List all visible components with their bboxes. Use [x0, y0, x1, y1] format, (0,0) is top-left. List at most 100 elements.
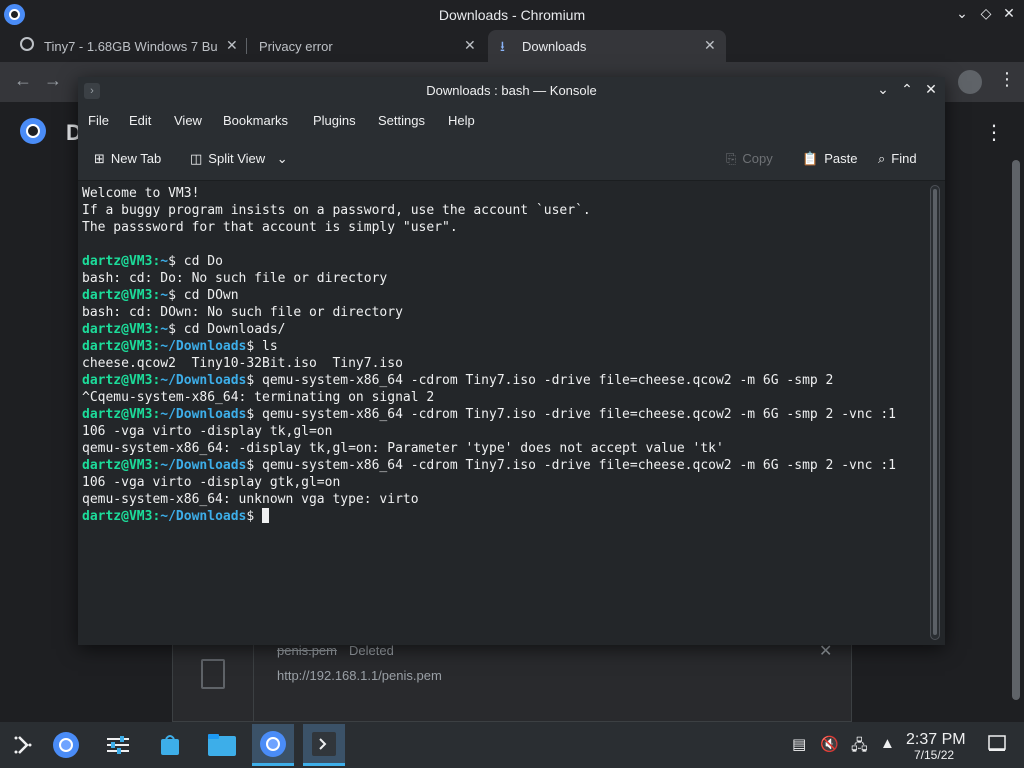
prompt-path: ~ [160, 288, 169, 303]
menu-view[interactable]: View [174, 113, 202, 128]
profile-avatar-icon[interactable] [958, 70, 982, 94]
prompt-symbol: $ [168, 322, 176, 337]
konsole-menubar: File Edit View Bookmarks Plugins Setting… [78, 105, 945, 137]
new-tab-icon: ⊞ [94, 151, 105, 166]
download-url[interactable]: http://192.168.1.1/penis.pem [277, 668, 442, 683]
taskbar: ▤ 🔇 🖧 ▲ 2:37 PM 7/15/22 [0, 722, 1024, 768]
terminal-prompt-line: dartz@VM3:~/Downloads$ ls [82, 338, 926, 355]
minimize-icon[interactable]: ⌄ [953, 5, 971, 22]
tab-close-icon[interactable]: ✕ [464, 37, 476, 54]
terminal-output-line: cheese.qcow2 Tiny10-32Bit.iso Tiny7.iso [82, 356, 403, 371]
forward-arrow-icon[interactable]: → [44, 70, 62, 91]
file-manager-icon[interactable] [201, 724, 243, 766]
copy-label: Copy [742, 151, 773, 166]
browser-menu-icon[interactable]: ⋮ [998, 69, 1016, 90]
command-text: cd Downloads/ [175, 322, 286, 337]
divider [253, 643, 254, 723]
application-launcher-icon[interactable] [2, 724, 44, 766]
prompt-symbol: $ [168, 288, 176, 303]
clock-date[interactable]: 7/15/22 [914, 748, 954, 762]
tab-close-icon[interactable]: ✕ [704, 37, 716, 54]
expand-tray-icon[interactable]: ▲ [880, 735, 895, 752]
konsole-titlebar: › Downloads : bash — Konsole ⌄ ⌃ ✕ [78, 77, 945, 105]
close-icon[interactable]: ✕ [1000, 5, 1018, 22]
terminal-output-line: 106 -vga virto -display gtk,gl=on [82, 475, 341, 490]
menu-plugins[interactable]: Plugins [313, 113, 356, 128]
terminal-prompt-line: dartz@VM3:~/Downloads$ qemu-system-x86_6… [82, 406, 926, 423]
menu-help[interactable]: Help [448, 113, 475, 128]
command-text: ls [254, 339, 278, 354]
tab-label: Tiny7 - 1.68GB Windows 7 Bu [44, 39, 218, 54]
terminal-output-line: qemu-system-x86_64: unknown vga type: vi… [82, 492, 419, 507]
split-view-label: Split View [208, 151, 266, 166]
maximize-icon[interactable]: ◇ [977, 5, 995, 22]
terminal-output-line: qemu-system-x86_64: -display tk,gl=on: P… [82, 441, 724, 456]
prompt-path: ~/Downloads [160, 509, 247, 524]
chromium-logo-icon [20, 118, 46, 144]
download-filename[interactable]: penis.pem [277, 643, 337, 658]
prompt-path: ~ [160, 322, 169, 337]
tab-downloads[interactable]: ⭳ Downloads ✕ [488, 30, 726, 62]
close-icon[interactable]: ✕ [922, 81, 940, 98]
command-text: qemu-system-x86_64 -cdrom Tiny7.iso -dri… [254, 458, 896, 473]
command-text [254, 509, 262, 524]
volume-muted-icon[interactable]: 🔇 [820, 735, 839, 753]
scrollbar-thumb[interactable] [933, 189, 937, 635]
chevron-down-icon[interactable]: ⌄ [277, 151, 288, 166]
window-title: Downloads - Chromium [438, 7, 586, 23]
command-text: qemu-system-x86_64 -cdrom Tiny7.iso -dri… [254, 373, 834, 388]
konsole-window: › Downloads : bash — Konsole ⌄ ⌃ ✕ File … [78, 77, 945, 645]
new-tab-label: New Tab [110, 151, 162, 166]
maximize-icon[interactable]: ⌃ [898, 81, 916, 98]
prompt-user: dartz@VM3 [82, 458, 153, 473]
copy-button[interactable]: ⎘ Copy [726, 151, 773, 167]
find-button[interactable]: ⌕ Find [878, 151, 917, 167]
tab-close-icon[interactable]: ✕ [226, 37, 238, 54]
prompt-path: ~/Downloads [160, 458, 247, 473]
terminal-prompt-line: dartz@VM3:~$ cd DOwn [82, 287, 926, 304]
chromium-launcher-icon[interactable] [45, 724, 87, 766]
discover-store-icon[interactable] [149, 724, 191, 766]
tab-strip: Tiny7 - 1.68GB Windows 7 Bu ✕ Privacy er… [0, 30, 1024, 86]
menu-bookmarks[interactable]: Bookmarks [223, 113, 288, 128]
network-icon[interactable]: 🖧 [851, 735, 868, 760]
paste-button[interactable]: 📋 Paste [802, 151, 857, 167]
prompt-user: dartz@VM3 [82, 509, 153, 524]
globe-icon [20, 37, 34, 51]
tab-divider [246, 38, 247, 54]
terminal-prompt-line: dartz@VM3:~$ cd Downloads/ [82, 321, 926, 338]
clipboard-icon[interactable]: ▤ [792, 735, 806, 753]
prompt-user: dartz@VM3 [82, 322, 153, 337]
page-menu-icon[interactable]: ⋮ [984, 120, 1004, 145]
text-cursor [262, 508, 270, 523]
show-desktop-icon[interactable] [988, 734, 1006, 756]
tab-label: Downloads [522, 39, 587, 54]
konsole-task-icon[interactable] [303, 724, 345, 766]
minimize-icon[interactable]: ⌄ [874, 81, 892, 98]
prompt-path: ~/Downloads [160, 373, 247, 388]
clock-time[interactable]: 2:37 PM [906, 731, 966, 749]
terminal-scrollbar[interactable] [930, 185, 940, 640]
tab-privacy-error[interactable]: Privacy error ✕ [248, 30, 486, 62]
split-view-button[interactable]: ◫ Split View ⌄ [190, 151, 288, 167]
prompt-path: ~/Downloads [160, 407, 247, 422]
chromium-titlebar: Downloads - Chromium ⌄ ◇ ✕ [0, 0, 1024, 30]
find-label: Find [891, 151, 917, 166]
tab-tiny7[interactable]: Tiny7 - 1.68GB Windows 7 Bu ✕ [8, 30, 244, 62]
page-scrollbar[interactable] [1012, 160, 1020, 700]
settings-sliders-icon[interactable] [97, 724, 139, 766]
tab-label: Privacy error [259, 39, 333, 54]
terminal-output[interactable]: Welcome to VM3! If a buggy program insist… [78, 182, 930, 645]
konsole-title: Downloads : bash — Konsole [426, 83, 597, 98]
chromium-task-icon[interactable] [252, 724, 294, 766]
back-arrow-icon[interactable]: ← [14, 70, 32, 91]
new-tab-button[interactable]: ⊞ New Tab [94, 151, 161, 167]
menu-file[interactable]: File [88, 113, 109, 128]
terminal-output-line: 106 -vga virto -display tk,gl=on [82, 424, 333, 439]
download-item: penis.pem Deleted http://192.168.1.1/pen… [172, 642, 852, 723]
menu-settings[interactable]: Settings [378, 113, 425, 128]
konsole-toolbar: ⊞ New Tab ◫ Split View ⌄ ⎘ Copy 📋 Paste ⌕ Fin… [78, 137, 945, 181]
command-text: qemu-system-x86_64 -cdrom Tiny7.iso -dri… [254, 407, 896, 422]
menu-edit[interactable]: Edit [129, 113, 151, 128]
